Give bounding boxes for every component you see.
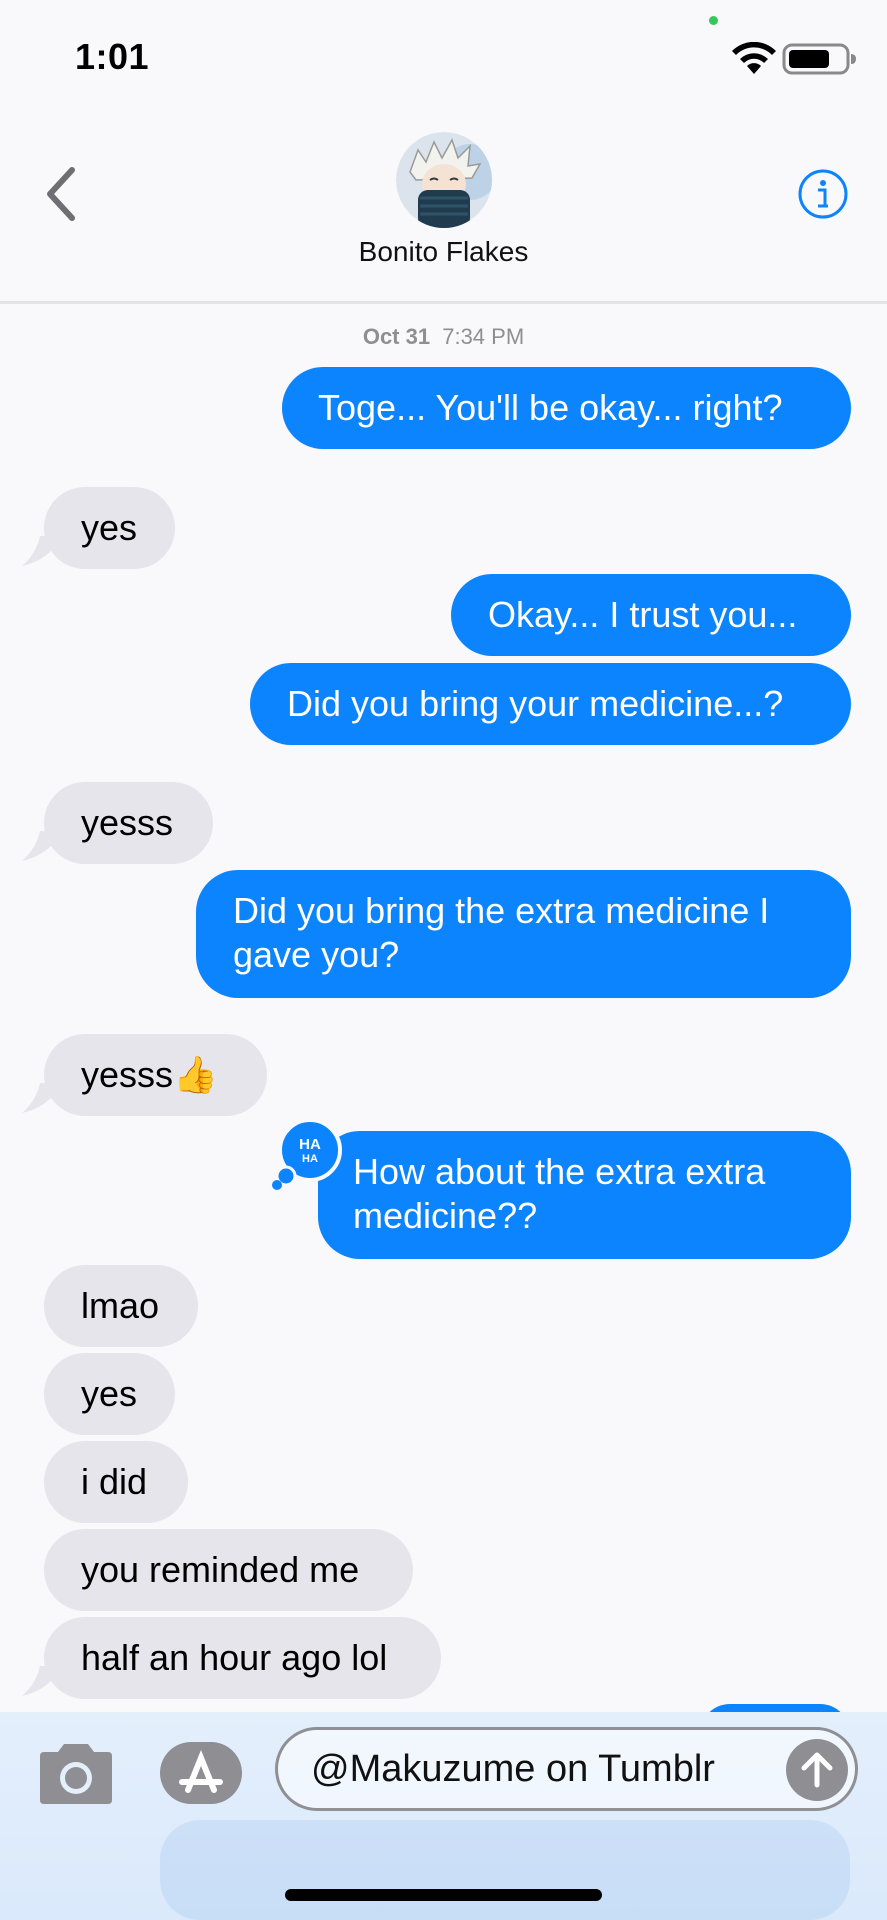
incoming-message[interactable]: lmao	[44, 1265, 198, 1347]
message-text: half an hour ago lol	[81, 1637, 388, 1678]
incoming-message[interactable]: half an hour ago lol	[44, 1617, 441, 1699]
message-text: Okay... I trust you...	[488, 594, 798, 635]
message-text: you reminded me	[81, 1549, 360, 1590]
send-arrow-icon	[801, 1752, 833, 1788]
message-text: Did you bring the extra medicine I gave …	[233, 890, 770, 975]
blurred-background-message	[160, 1820, 850, 1920]
message-timestamp: Oct 31 7:34 PM	[0, 324, 887, 350]
outgoing-message[interactable]: Okay... I trust you...	[451, 574, 851, 656]
outgoing-message[interactable]: How about the extra extra medicine??	[318, 1131, 851, 1259]
conversation-header: Bonito Flakes	[0, 110, 887, 304]
outgoing-message[interactable]: Did you bring your medicine...?	[250, 663, 851, 745]
incoming-message[interactable]: yesss👍	[44, 1034, 267, 1116]
message-text: Did you bring your medicine...?	[287, 683, 784, 724]
message-text: i did	[81, 1461, 148, 1502]
incoming-message[interactable]: yesss	[44, 782, 213, 864]
wifi-icon	[732, 42, 776, 74]
message-input[interactable]: @Makuzume on Tumblr	[275, 1727, 858, 1811]
incoming-message[interactable]: i did	[44, 1441, 188, 1523]
message-text: How about the extra extra medicine??	[353, 1151, 766, 1236]
message-text: yesss👍	[81, 1054, 218, 1095]
outgoing-message[interactable]: Did you bring the extra medicine I gave …	[196, 870, 851, 998]
incoming-message[interactable]: yes	[44, 487, 175, 569]
avatar[interactable]	[396, 132, 492, 228]
outgoing-message[interactable]: Toge... You'll be okay... right?	[282, 367, 851, 449]
message-text: yes	[81, 1373, 138, 1414]
info-button[interactable]	[797, 168, 849, 220]
svg-text:HA: HA	[302, 1153, 318, 1165]
home-indicator[interactable]	[285, 1889, 602, 1901]
contact-name[interactable]: Bonito Flakes	[0, 236, 887, 268]
avatar-illustration	[396, 132, 492, 228]
incoming-message[interactable]: yes	[44, 1353, 175, 1435]
svg-text:HA: HA	[299, 1136, 321, 1153]
status-bar: 1:01	[0, 0, 887, 110]
timestamp-time: 7:34 PM	[442, 324, 525, 349]
timestamp-date: Oct 31	[362, 324, 431, 349]
incoming-message[interactable]: you reminded me	[44, 1529, 413, 1611]
back-button[interactable]	[40, 164, 90, 224]
send-button[interactable]	[786, 1739, 848, 1801]
battery-icon	[782, 43, 856, 75]
privacy-indicator-dot	[709, 16, 718, 25]
haha-tapback-icon: HA HA	[272, 1118, 342, 1190]
haha-tapback[interactable]: HA HA	[272, 1118, 344, 1190]
message-text: yesss	[81, 802, 174, 843]
message-input-text: @Makuzume on Tumblr	[311, 1748, 715, 1790]
status-time: 1:01	[75, 36, 150, 77]
message-text: lmao	[81, 1285, 160, 1326]
message-text: Toge... You'll be okay... right?	[318, 387, 783, 428]
camera-icon[interactable]	[36, 1740, 116, 1806]
app-store-icon[interactable]	[158, 1740, 244, 1806]
message-text: yes	[81, 507, 138, 548]
